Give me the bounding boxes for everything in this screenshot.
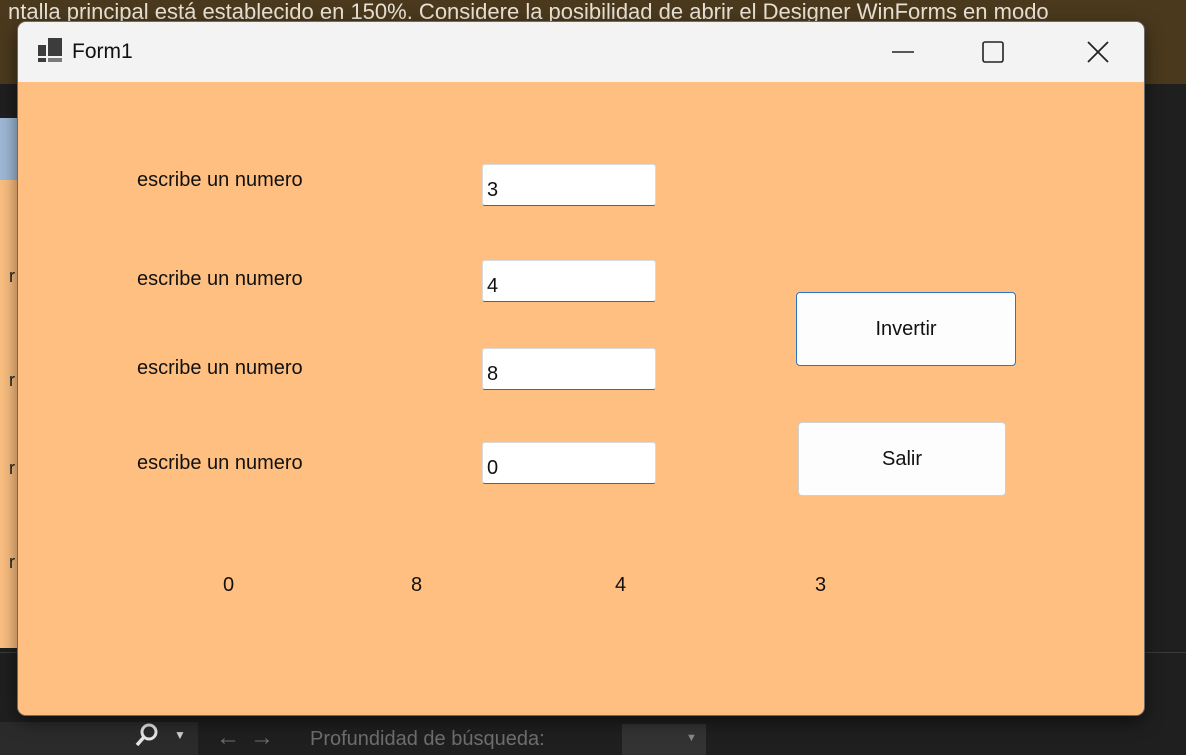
number-label-4: escribe un numero [137,452,303,474]
app-icon [38,38,62,62]
output-label-1: 0 [223,574,235,596]
maximize-button[interactable] [953,22,1033,82]
number-input-1[interactable] [482,164,656,206]
output-label-3: 4 [615,574,627,596]
forward-arrow-icon[interactable]: → [250,724,284,751]
invertir-button[interactable]: Invertir [796,292,1016,366]
output-label-2: 8 [411,574,423,596]
maximize-icon [982,41,1004,63]
search-icon[interactable] [134,722,160,755]
number-input-4[interactable] [482,442,656,484]
window-title: Form1 [72,40,133,63]
number-label-1: escribe un numero [137,169,303,191]
title-bar[interactable]: Form1 [18,22,1144,82]
navigation-arrows[interactable]: ←→ [216,724,284,752]
close-icon [1087,41,1109,63]
number-label-2: escribe un numero [137,268,303,290]
ide-search-toolbar: ▼ ←→ Profundidad de búsqueda: ▼ [0,718,1186,755]
number-label-3: escribe un numero [137,357,303,379]
ide-info-banner-text: ntalla principal está establecido en 150… [8,2,1049,22]
number-input-3[interactable] [482,348,656,390]
output-label-4: 3 [815,574,827,596]
form1-window: Form1 escribe un numero escribe un numer… [18,22,1144,715]
close-button[interactable] [1058,22,1138,82]
ide-search-box[interactable] [0,722,198,755]
chevron-down-icon[interactable]: ▼ [686,732,697,744]
minimize-button[interactable] [863,22,943,82]
salir-button[interactable]: Salir [798,422,1006,496]
minimize-icon [892,51,914,53]
search-depth-label: Profundidad de búsqueda: [310,728,545,750]
chevron-down-icon[interactable]: ▼ [174,728,186,742]
form-client-area: escribe un numero escribe un numero escr… [18,82,1144,715]
back-arrow-icon[interactable]: ← [216,724,250,751]
number-input-2[interactable] [482,260,656,302]
